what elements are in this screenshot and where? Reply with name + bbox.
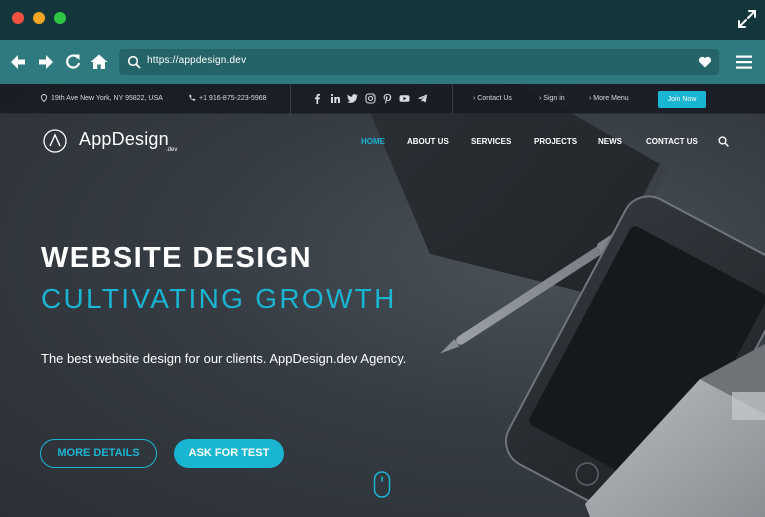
- hero-subtitle: CULTIVATING GROWTH: [41, 283, 397, 314]
- youtube-icon[interactable]: [399, 93, 410, 104]
- appdesign-logo-icon[interactable]: [43, 129, 67, 153]
- expand-icon[interactable]: [737, 9, 757, 29]
- address-info: 19th Ave New York, NY 95822, USA: [40, 94, 163, 103]
- phone-info[interactable]: +1 916-875-223-5968: [188, 94, 267, 102]
- url-text[interactable]: https://appdesign.dev: [147, 55, 246, 66]
- hamburger-menu-icon[interactable]: [735, 53, 753, 71]
- phone-icon: [189, 94, 196, 101]
- window-titlebar: [0, 0, 765, 40]
- nav-about-us[interactable]: ABOUT US: [407, 137, 449, 146]
- brand-name[interactable]: AppDesign: [79, 129, 169, 150]
- contact-us-link[interactable]: › Contact Us: [473, 95, 512, 102]
- minimize-window-button[interactable]: [33, 12, 45, 24]
- twitter-icon[interactable]: [347, 93, 358, 104]
- nav-contact-us[interactable]: CONTACT US: [646, 137, 698, 146]
- heart-icon[interactable]: [698, 55, 712, 69]
- reload-icon[interactable]: [63, 52, 83, 72]
- scroll-down-mouse-icon[interactable]: [373, 471, 391, 498]
- contact-us-label: Contact Us: [477, 95, 512, 102]
- browser-toolbar: https://appdesign.dev: [0, 40, 765, 84]
- phone-text[interactable]: +1 916-875-223-5968: [199, 95, 267, 102]
- brand-suffix: .dev: [166, 147, 178, 153]
- hero-lead: The best website design for our clients.…: [41, 351, 407, 366]
- hero-title: WEBSITE DESIGN: [41, 242, 312, 274]
- address-bar[interactable]: https://appdesign.dev: [119, 49, 719, 75]
- address-text: 19th Ave New York, NY 95822, USA: [51, 94, 163, 102]
- home-icon[interactable]: [89, 52, 109, 72]
- pinterest-icon[interactable]: [382, 93, 393, 104]
- nav-news[interactable]: NEWS: [598, 137, 622, 146]
- sign-in-link[interactable]: › Sign in: [539, 95, 565, 102]
- nav-services[interactable]: SERVICES: [471, 137, 511, 146]
- more-menu-label: More Menu: [593, 95, 629, 102]
- back-arrow-icon[interactable]: [8, 52, 28, 72]
- sign-in-label: Sign in: [543, 95, 565, 102]
- join-now-button[interactable]: Join Now: [658, 91, 706, 108]
- site-search-icon[interactable]: [718, 136, 729, 147]
- close-window-button[interactable]: [12, 12, 24, 24]
- nav-projects[interactable]: PROJECTS: [534, 137, 577, 146]
- site-top-bar: 19th Ave New York, NY 95822, USA +1 916-…: [0, 84, 765, 114]
- divider: [452, 84, 453, 114]
- nav-home[interactable]: HOME: [361, 137, 385, 146]
- instagram-icon[interactable]: [365, 93, 376, 104]
- ask-for-test-button[interactable]: ASK FOR TEST: [174, 439, 284, 468]
- website-hero: 19th Ave New York, NY 95822, USA +1 916-…: [0, 84, 765, 517]
- location-pin-icon: [40, 94, 48, 103]
- facebook-icon[interactable]: [312, 93, 323, 104]
- telegram-icon[interactable]: [417, 93, 428, 104]
- more-details-button[interactable]: MORE DETAILS: [40, 439, 157, 468]
- search-icon: [127, 55, 141, 69]
- linkedin-icon[interactable]: [330, 93, 341, 104]
- divider: [290, 84, 291, 114]
- more-menu-link[interactable]: › More Menu: [589, 95, 629, 102]
- maximize-window-button[interactable]: [54, 12, 66, 24]
- forward-arrow-icon[interactable]: [36, 52, 56, 72]
